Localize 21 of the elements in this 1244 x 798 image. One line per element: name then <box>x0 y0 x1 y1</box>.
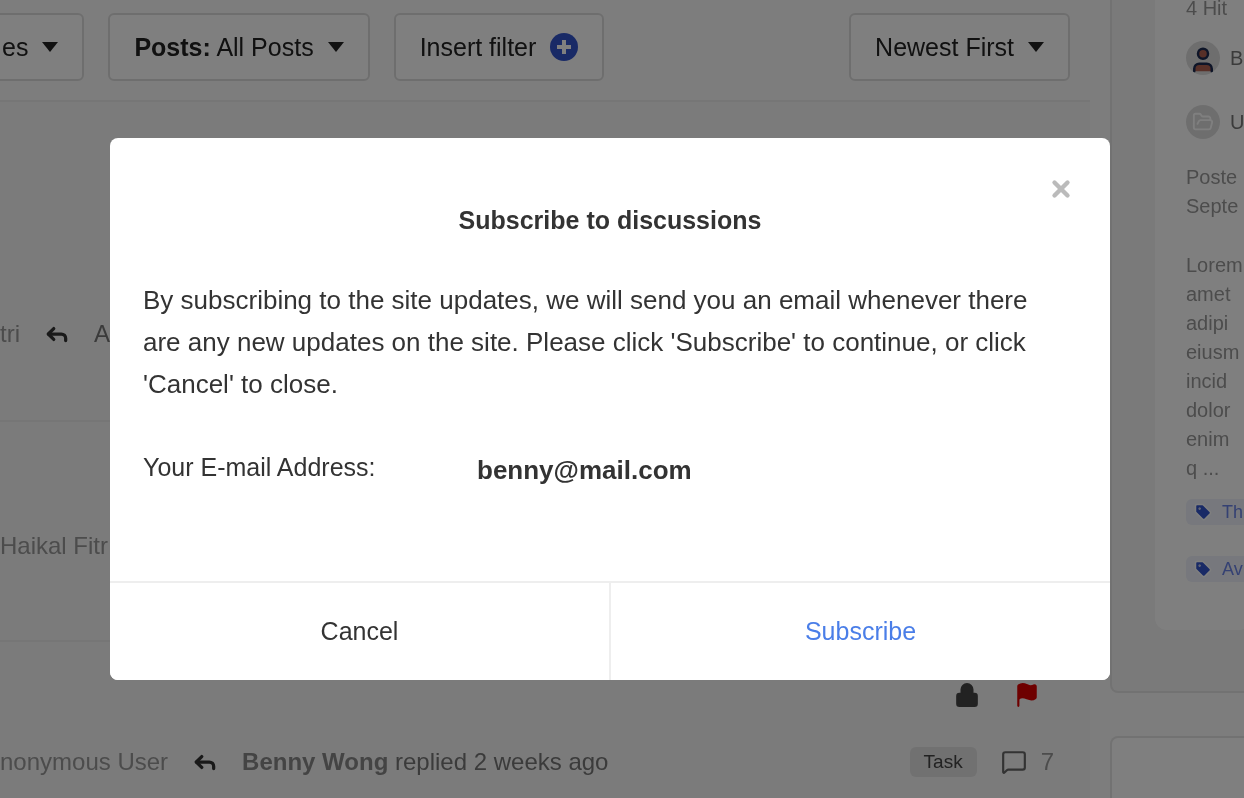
filter-button[interactable]: Insert filter <box>393 13 605 81</box>
email-label: Your E-mail Address: <box>143 453 377 482</box>
dialog-title: Subscribe to discussions <box>457 206 763 235</box>
caret-icon <box>1028 42 1044 52</box>
dialog-message: By subscribing to the site updates, we will send you an email whenever there are any new updates on the site. Please click 'Subscribe' to continue, or click 'Cancel' to close. <box>143 284 1029 401</box>
author-name: B <box>1230 45 1244 71</box>
filter-button[interactable]: es <box>0 13 85 81</box>
caret-icon <box>42 42 59 52</box>
tag-icon <box>1194 560 1212 578</box>
comment-icon <box>1000 749 1027 775</box>
last-reply-text: A <box>94 320 110 348</box>
plus-icon <box>550 33 579 61</box>
subscribe-button[interactable]: Subscribe <box>609 583 1110 680</box>
filter-button[interactable]: Posts: All Posts <box>108 13 370 81</box>
tag-icon <box>1194 503 1212 521</box>
sort-button[interactable]: Newest First <box>849 13 1070 81</box>
type-tag: Task <box>909 747 977 777</box>
category-name: U <box>1230 109 1244 135</box>
email-value: benny@mail.com <box>477 454 692 486</box>
avatar-icon <box>1186 41 1220 75</box>
caret-icon <box>327 42 344 52</box>
